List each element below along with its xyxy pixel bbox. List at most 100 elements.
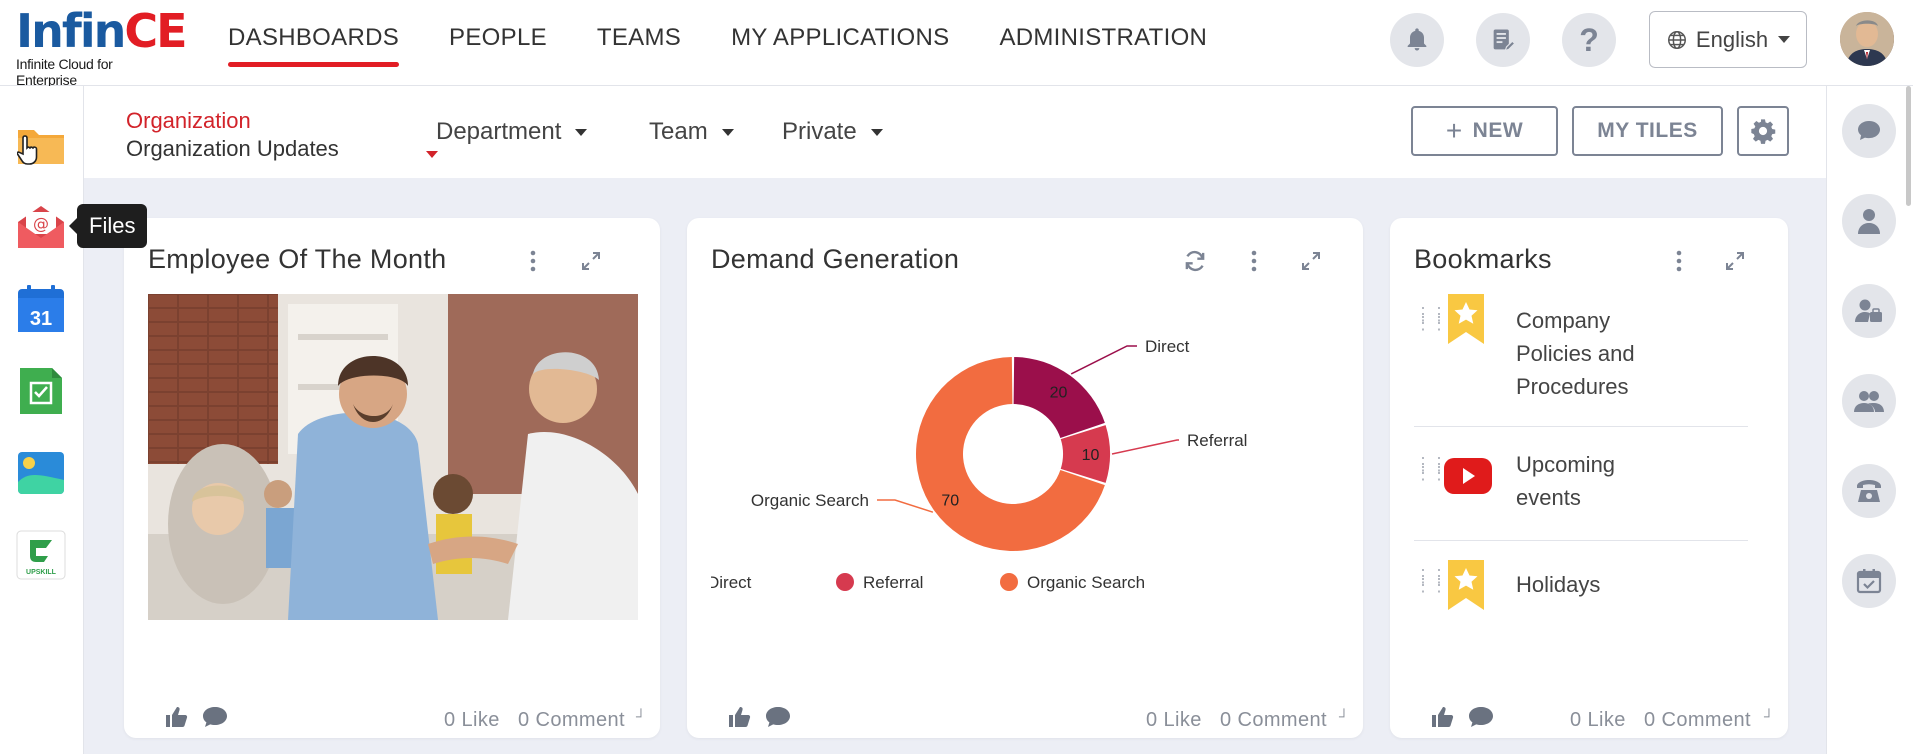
my-tiles-label: MY TILES [1597, 119, 1698, 142]
nav-dashboards[interactable]: DASHBOARDS [228, 0, 400, 86]
demand-donut-chart: 20 Direct 10 Referral 70 Organic Search Direct… [707, 337, 1247, 592]
legend-item[interactable]: Referral [836, 573, 923, 592]
youtube-icon [1444, 458, 1492, 494]
resize-handle-icon[interactable]: ┘ [636, 708, 646, 724]
notes-edit-icon [1493, 29, 1516, 52]
comment-icon[interactable] [202, 706, 228, 728]
comment-count[interactable]: 0 Comment [1644, 709, 1751, 732]
calendar-check-icon [1856, 569, 1882, 594]
upskill-app[interactable]: UPSKILL [16, 530, 66, 580]
my-tiles-button[interactable]: MY TILES [1572, 106, 1723, 156]
like-count[interactable]: 0 Like [1570, 709, 1626, 732]
resize-handle-icon[interactable]: ┘ [1764, 708, 1774, 724]
chat-button[interactable] [1842, 104, 1896, 158]
bookmark-label[interactable]: Upcoming events [1516, 448, 1615, 514]
tab-department[interactable]: Department [436, 118, 588, 146]
legend-swatch [1000, 573, 1018, 591]
brand-logo[interactable]: InfinCE Infinite Cloud for Enterprise [16, 4, 188, 88]
help-button[interactable]: ? [1562, 13, 1616, 67]
slice-category-label: Direct [1145, 337, 1190, 356]
resize-handle-icon[interactable]: ┘ [1339, 708, 1349, 724]
legend-label: Direct [707, 573, 752, 592]
email-app[interactable]: @ [16, 202, 66, 252]
divider [1414, 540, 1748, 541]
profile-button[interactable] [1842, 194, 1896, 248]
comment-icon[interactable] [765, 706, 791, 728]
more-options-button[interactable] [1239, 246, 1269, 276]
bookmarks-card: Bookmarks ⋮⋮ ⋮⋮ Company Policies and Proc… [1390, 218, 1788, 738]
bookmark-item[interactable]: ⋮⋮ ⋮⋮ Holidays [1414, 560, 1748, 620]
star-bookmark-icon [1448, 560, 1484, 610]
like-count[interactable]: 0 Like [444, 709, 500, 732]
chevron-down-icon [721, 129, 734, 137]
refresh-icon [1185, 250, 1205, 272]
new-tile-button[interactable]: + NEW [1411, 106, 1558, 156]
calendar-day: 31 [30, 308, 52, 330]
bookmark-label[interactable]: Company Policies and Procedures [1516, 304, 1635, 403]
phone-button[interactable] [1842, 464, 1896, 518]
demand-generation-card: Demand Generation 20 Direct 10 Referral 70 Or… [687, 218, 1363, 738]
logo-wordmark: InfinCE [16, 4, 188, 58]
slice-category-label: Referral [1187, 431, 1247, 450]
language-select[interactable]: English [1649, 11, 1807, 68]
organization-label: Organization [126, 108, 251, 133]
legend-item[interactable]: Direct [707, 573, 752, 592]
email-icon: @ [18, 206, 64, 248]
events-button[interactable] [1842, 554, 1896, 608]
drag-handle-icon[interactable]: ⋮⋮ ⋮⋮ [1414, 305, 1448, 332]
more-options-button[interactable] [518, 246, 548, 276]
comment-count[interactable]: 0 Comment [1220, 709, 1327, 732]
like-icon[interactable] [1430, 706, 1454, 728]
tasks-app[interactable] [16, 366, 66, 416]
notifications-button[interactable] [1390, 13, 1444, 67]
divider [1414, 426, 1748, 427]
page-scrollbar[interactable] [1906, 86, 1911, 206]
leader-line [1111, 439, 1179, 455]
user-network-button[interactable] [1842, 284, 1896, 338]
drag-handle-icon[interactable]: ⋮⋮ ⋮⋮ [1414, 455, 1448, 482]
legend-item[interactable]: Organic Search [1000, 573, 1145, 592]
tab-private[interactable]: Private [782, 118, 883, 146]
tab-team[interactable]: Team [649, 118, 734, 146]
bookmark-label[interactable]: Holidays [1516, 568, 1600, 601]
gallery-app[interactable] [16, 448, 66, 498]
legend-label: Organic Search [1027, 573, 1145, 592]
card-title: Demand Generation [711, 244, 960, 274]
chevron-down-icon [870, 129, 883, 137]
expand-button[interactable] [1296, 246, 1326, 276]
like-icon[interactable] [164, 706, 188, 728]
nav-my-applications[interactable]: MY APPLICATIONS [731, 0, 949, 86]
employee-of-month-card: Employee Of The Month 0 Like 0 Comment ┘ [124, 218, 660, 738]
card-footer: 0 Like 0 Comment ┘ [687, 688, 1363, 738]
refresh-button[interactable] [1180, 246, 1210, 276]
chevron-down-icon [1778, 36, 1791, 43]
user-avatar[interactable] [1840, 12, 1894, 66]
notes-button[interactable] [1476, 13, 1530, 67]
drag-handle-icon[interactable]: ⋮⋮ ⋮⋮ [1414, 567, 1448, 594]
expand-button[interactable] [1720, 246, 1750, 276]
comment-icon[interactable] [1468, 706, 1494, 728]
bookmark-item[interactable]: ⋮⋮ ⋮⋮ Upcoming events [1414, 448, 1748, 528]
bookmark-item[interactable]: ⋮⋮ ⋮⋮ Company Policies and Procedures [1414, 294, 1748, 399]
dashboard-subnav: Organization Organization Updates Depart… [84, 86, 1826, 178]
user-network-icon [1855, 299, 1882, 322]
more-options-button[interactable] [1664, 246, 1694, 276]
calendar-app[interactable]: 31 [16, 284, 66, 334]
kebab-menu-icon [1676, 250, 1682, 272]
groups-button[interactable] [1842, 374, 1896, 428]
comment-count[interactable]: 0 Comment [518, 709, 625, 732]
files-tooltip: Files [68, 204, 148, 248]
like-count[interactable]: 0 Like [1146, 709, 1202, 732]
nav-people[interactable]: PEOPLE [449, 0, 547, 86]
app-rail: Files @ 31 UPSKILL [0, 86, 148, 754]
organization-select[interactable]: Organization Organization Updates [126, 108, 438, 164]
like-icon[interactable] [727, 706, 751, 728]
chat-icon [1858, 121, 1880, 140]
settings-button[interactable] [1737, 106, 1789, 156]
nav-teams[interactable]: TEAMS [597, 0, 681, 86]
expand-button[interactable] [576, 246, 606, 276]
group-icon [1854, 391, 1884, 412]
nav-administration[interactable]: ADMINISTRATION [999, 0, 1207, 86]
leader-line [877, 499, 934, 513]
phone-icon [1857, 480, 1881, 502]
